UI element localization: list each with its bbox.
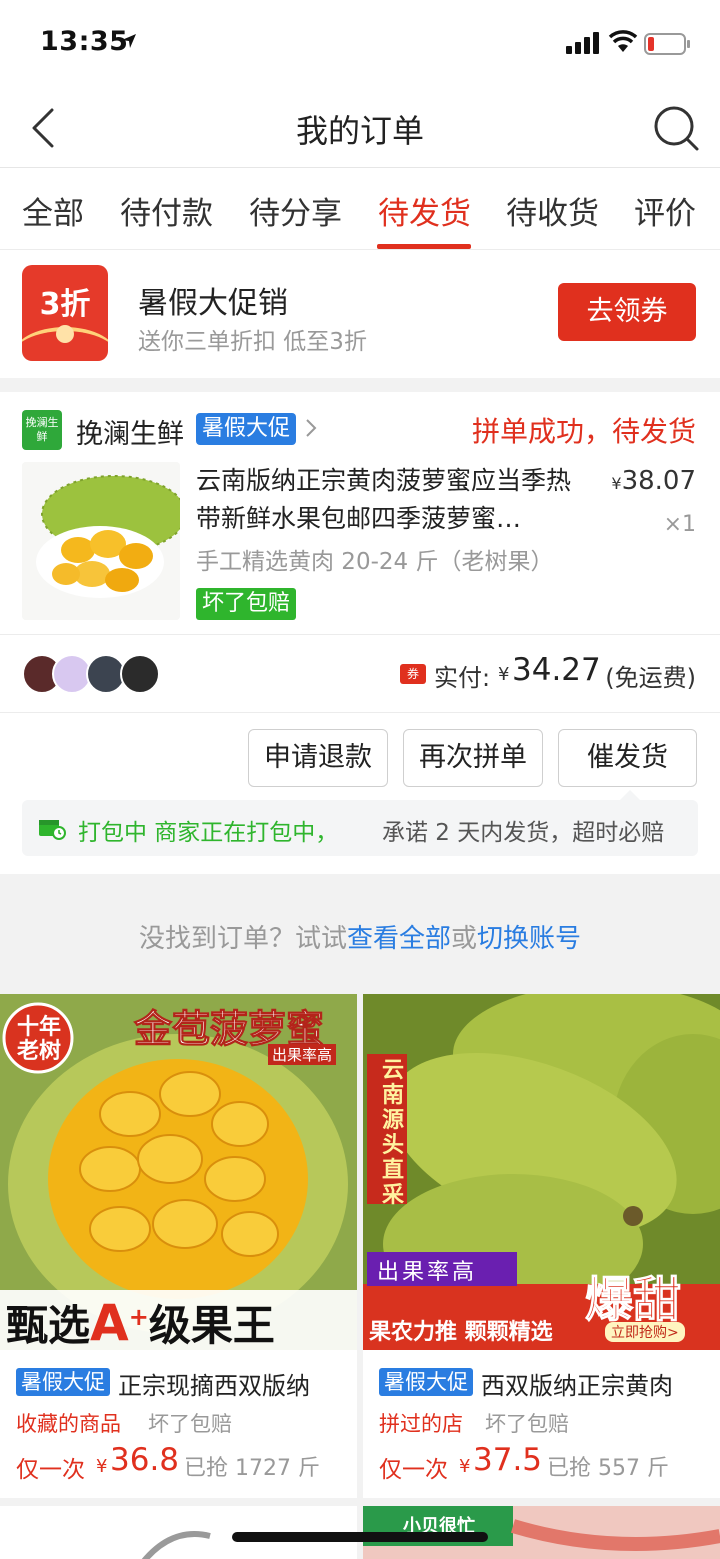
shipping-note: (免运费) xyxy=(605,664,696,692)
card-once-label: 仅一次 xyxy=(16,1457,85,1483)
empty-hint-area: 没找到订单？试试查看全部或切换账号 xyxy=(0,874,720,994)
card-promo-tag: 暑假大促 xyxy=(379,1368,473,1396)
product-card-image: 云南源头直采 出果率高 爆甜 果农力推 颗颗精选 立即抢购> xyxy=(363,994,720,1350)
product-price: ¥38.07 xyxy=(611,466,696,496)
image-bottom-text: 果农力推 颗颗精选 xyxy=(369,1320,553,1345)
card-price-symbol: ¥ xyxy=(96,1456,108,1477)
shipping-notice: 打包中 商家正在打包中， 承诺 2 天内发货，超时必赔 xyxy=(22,790,698,856)
status-bar: 13:35 xyxy=(0,0,720,88)
notice-state: 打包中 商家正在打包中， xyxy=(78,820,339,846)
product-card[interactable]: 云南源头直采 出果率高 爆甜 果农力推 颗颗精选 立即抢购> 暑假大促 西双版纳… xyxy=(363,994,720,1498)
card-price: 36.8 xyxy=(110,1442,180,1478)
hint-line: 没找到订单？试试查看全部或切换账号 xyxy=(0,918,720,955)
location-arrow-icon xyxy=(122,34,136,48)
product-image[interactable] xyxy=(22,462,180,620)
notice-text: 承诺 2 天内发货，超时必赔 xyxy=(382,820,665,846)
promo-banner: 3折 暑假大促销 送你三单折扣 低至3折 去领券 xyxy=(0,250,720,378)
card-title: 正宗现摘西双版纳 xyxy=(118,1372,310,1400)
image-footer-2: A xyxy=(90,1294,129,1350)
shop-name[interactable]: 挽澜生鲜 xyxy=(76,412,184,451)
image-footer-3: 级果王 xyxy=(148,1301,275,1350)
discount-badge-label: 3折 xyxy=(39,287,91,322)
section-gap xyxy=(0,378,720,392)
guarantee-badge: 坏了包赔 xyxy=(196,588,297,620)
product-title[interactable]: 云南版纳正宗黄肉菠萝蜜应当季热带新鲜水果包邮四季菠萝蜜… xyxy=(196,462,586,538)
product-spec: 手工精选黄肉 20-24 斤（老树果） xyxy=(196,549,554,575)
package-clock-icon xyxy=(39,820,66,840)
card-sold-count: 已抢 557 斤 xyxy=(547,1456,669,1481)
card-sold-count: 已抢 1727 斤 xyxy=(184,1456,320,1481)
tab-pending-shipment[interactable]: 待发货 xyxy=(378,188,471,233)
discount-badge: 3折 xyxy=(22,265,108,361)
nav-bar: 我的订单 xyxy=(0,88,720,168)
divider xyxy=(0,712,720,713)
battery-icon xyxy=(644,33,690,55)
refund-button[interactable]: 申请退款 xyxy=(248,729,388,787)
image-big-text: 爆甜 xyxy=(584,1272,682,1329)
card-price-symbol: ¥ xyxy=(459,1456,471,1477)
card-once-label: 仅一次 xyxy=(379,1457,448,1483)
recommendation-grid: 十年老树 金苞菠萝蜜 出果率高 甄选A+级果王 暑假大促 正宗现摘西双版纳 收藏… xyxy=(0,994,720,1559)
jackfruit-illustration xyxy=(22,462,180,620)
divider xyxy=(0,634,720,635)
image-ribbon-text: 出果率高 xyxy=(377,1260,478,1285)
shop-logo: 挽澜生鲜 xyxy=(22,410,62,450)
search-icon[interactable] xyxy=(652,104,700,152)
tab-pending-payment[interactable]: 待付款 xyxy=(120,188,213,233)
page-title: 我的订单 xyxy=(295,112,424,150)
hint-middle: 或 xyxy=(451,924,478,954)
promo-subtitle: 送你三单折扣 低至3折 xyxy=(138,329,367,355)
hint-prefix: 没找到订单？试试 xyxy=(138,924,347,954)
order-tabs: 全部 待付款 待分享 待发货 待收货 评价 xyxy=(0,168,720,250)
status-time: 13:35 xyxy=(40,26,129,57)
chevron-right-icon[interactable] xyxy=(304,418,318,438)
cell-signal-icon xyxy=(566,32,599,54)
view-all-link[interactable]: 查看全部 xyxy=(347,924,451,954)
tab-all[interactable]: 全部 xyxy=(22,188,84,233)
image-footer-plus: + xyxy=(128,1303,149,1331)
home-indicator[interactable] xyxy=(232,1532,488,1542)
tab-pending-share[interactable]: 待分享 xyxy=(249,188,342,233)
badge-coin xyxy=(56,325,74,343)
card-guarantee: 坏了包赔 xyxy=(485,1412,569,1436)
image-footer: 甄选A+级果王 xyxy=(6,1292,275,1350)
paid-amount: 34.27 xyxy=(512,652,601,688)
shop-promo-tag: 暑假大促 xyxy=(196,413,297,445)
wifi-icon xyxy=(608,30,638,52)
order-card: 挽澜生鲜 挽澜生鲜 暑假大促 拼单成功，待发货 云南版纳正宗黄肉菠萝蜜应当季热带… xyxy=(0,392,720,874)
urge-shipment-button[interactable]: 催发货 xyxy=(558,729,697,787)
image-subline: 出果率高 xyxy=(268,1044,337,1065)
price-value: 38.07 xyxy=(621,466,696,496)
card-promo-tag: 暑假大促 xyxy=(16,1368,110,1396)
product-card-image: 十年老树 金苞菠萝蜜 出果率高 甄选A+级果王 xyxy=(0,994,357,1350)
card-source: 收藏的商品 xyxy=(16,1412,121,1436)
price-symbol: ¥ xyxy=(611,474,622,493)
tab-pending-receipt[interactable]: 待收货 xyxy=(506,188,599,233)
image-side-text: 云南源头直采 xyxy=(381,1058,404,1208)
paid-label: 实付: xyxy=(434,664,491,692)
image-cta: 立即抢购> xyxy=(605,1322,685,1342)
active-tab-indicator xyxy=(377,244,471,249)
claim-coupon-button[interactable]: 去领券 xyxy=(558,283,696,341)
order-status: 拼单成功，待发货 xyxy=(471,415,696,448)
product-card[interactable]: 十年老树 金苞菠萝蜜 出果率高 甄选A+级果王 暑假大促 正宗现摘西双版纳 收藏… xyxy=(0,994,357,1498)
corner-badge-text: 十年老树 xyxy=(16,1015,61,1064)
tab-review[interactable]: 评价 xyxy=(634,188,696,233)
card-guarantee: 坏了包赔 xyxy=(148,1412,232,1436)
coupon-icon: 券 xyxy=(400,664,426,684)
regroup-button[interactable]: 再次拼单 xyxy=(403,729,543,787)
image-footer-1: 甄选 xyxy=(6,1301,91,1350)
card-source: 拼过的店 xyxy=(379,1412,463,1436)
paid-symbol: ¥ xyxy=(498,664,510,685)
switch-account-link[interactable]: 切换账号 xyxy=(477,924,581,954)
promo-title: 暑假大促销 xyxy=(138,286,288,321)
card-title: 西双版纳正宗黄肉 xyxy=(481,1372,673,1400)
avatar xyxy=(120,654,160,694)
product-quantity: ×1 xyxy=(663,512,696,537)
card-price: 37.5 xyxy=(473,1442,543,1478)
